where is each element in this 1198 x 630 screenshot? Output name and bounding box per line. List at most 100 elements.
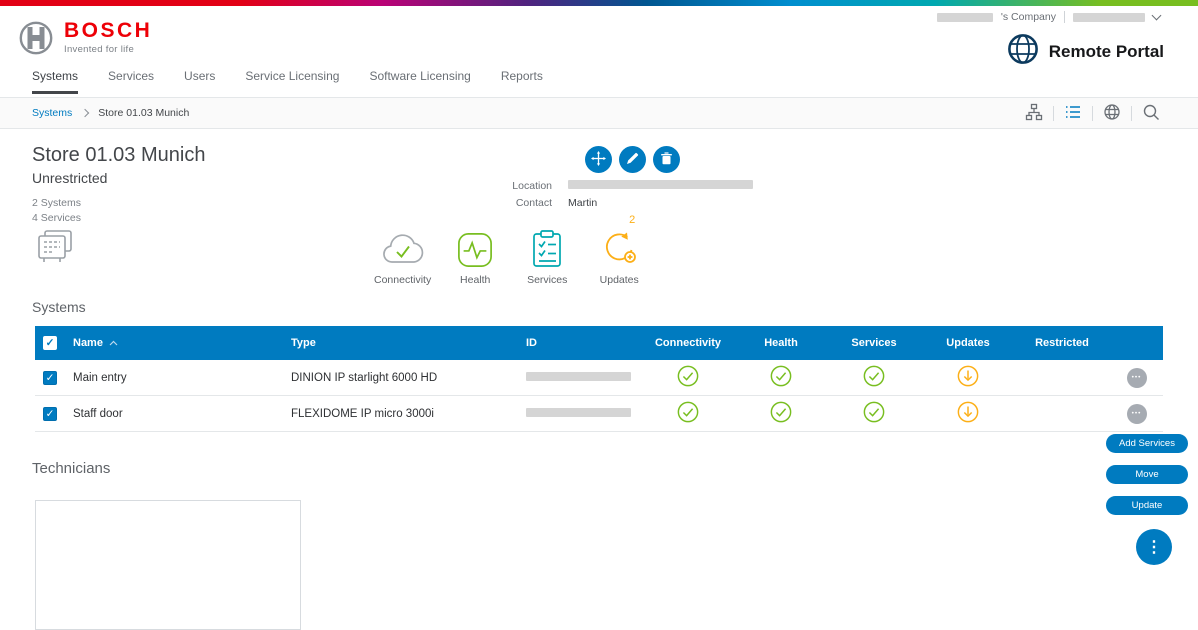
brand-name: BOSCH: [64, 20, 152, 41]
company-suffix: 's Company: [1001, 11, 1056, 23]
restriction-status: Unrestricted: [32, 170, 205, 186]
column-header-name[interactable]: Name: [65, 337, 283, 349]
bosch-logo[interactable]: BOSCH Invented for life: [18, 20, 152, 61]
row-checkbox[interactable]: ✓: [43, 407, 57, 421]
column-header-id[interactable]: ID: [518, 337, 640, 349]
tree-view-button[interactable]: [1015, 103, 1053, 124]
edit-store-button[interactable]: [619, 146, 646, 173]
update-available-icon: [957, 365, 979, 390]
search-button[interactable]: [1132, 103, 1170, 124]
update-button[interactable]: Update: [1106, 496, 1188, 515]
sort-ascending-icon: [109, 337, 118, 349]
status-services: Services: [519, 214, 575, 286]
store-status-summary: Connectivity Health Services 2: [374, 214, 647, 286]
breadcrumb-bar: Systems Store 01.03 Munich: [0, 97, 1198, 129]
location-contact-block: Location Contact Martin: [452, 180, 753, 209]
primary-nav: Systems Services Users Service Licensing…: [32, 69, 543, 94]
bulk-actions: Add Services Move Update ⋮: [1106, 434, 1188, 565]
updates-count-badge: 2: [629, 214, 635, 226]
redacted-account-menu[interactable]: [1073, 13, 1145, 22]
column-header-health[interactable]: Health: [764, 337, 798, 349]
updates-cycle-icon: [599, 228, 639, 268]
pencil-icon: [626, 152, 639, 168]
technician-card[interactable]: [35, 500, 301, 630]
tab-reports[interactable]: Reports: [501, 69, 543, 94]
select-all-checkbox[interactable]: ✓: [43, 336, 57, 350]
account-bar: 's Company: [937, 11, 1160, 23]
tab-service-licensing[interactable]: Service Licensing: [245, 69, 339, 94]
brand-text-block: BOSCH Invented for life: [64, 20, 152, 55]
store-actions: [585, 146, 680, 173]
map-view-button[interactable]: [1093, 103, 1131, 124]
system-name: Staff door: [65, 408, 283, 420]
connectivity-cloud-icon: [380, 228, 426, 268]
move-store-button[interactable]: [585, 146, 612, 173]
column-header-services[interactable]: Services: [851, 337, 896, 349]
portal-name: Remote Portal: [1049, 42, 1164, 62]
tab-services[interactable]: Services: [108, 69, 154, 94]
list-view-button[interactable]: [1054, 103, 1092, 124]
more-actions-button[interactable]: ⋮: [1136, 529, 1172, 565]
bosch-supergraphic-bar: [0, 0, 1198, 6]
tab-systems[interactable]: Systems: [32, 69, 78, 94]
tab-software-licensing[interactable]: Software Licensing: [369, 69, 470, 94]
row-menu-button[interactable]: •••: [1127, 368, 1147, 388]
move-icon: [591, 151, 606, 169]
add-services-button[interactable]: Add Services: [1106, 434, 1188, 453]
breadcrumb: Systems Store 01.03 Munich: [32, 107, 189, 119]
column-header-updates[interactable]: Updates: [946, 337, 989, 349]
search-icon: [1142, 103, 1160, 124]
store-site-icon: [36, 228, 76, 271]
systems-count: 2 Systems: [32, 196, 205, 211]
status-label: Updates: [600, 274, 639, 286]
account-divider: [1064, 11, 1065, 23]
breadcrumb-current: Store 01.03 Munich: [98, 107, 189, 119]
connectivity-ok-icon: [677, 365, 699, 390]
row-menu-button[interactable]: •••: [1127, 404, 1147, 424]
status-label: Health: [460, 274, 490, 286]
bosch-logo-icon: [18, 20, 54, 61]
health-pulse-icon: [457, 228, 493, 268]
system-name: Main entry: [65, 372, 283, 384]
view-tools: [1015, 103, 1170, 124]
column-header-connectivity[interactable]: Connectivity: [655, 337, 721, 349]
status-health: Health: [447, 214, 503, 286]
update-available-icon: [957, 401, 979, 426]
breadcrumb-systems-link[interactable]: Systems: [32, 107, 72, 119]
redacted-user-name: [937, 13, 993, 22]
systems-table: ✓ Name Type ID Connectivity Health Servi…: [35, 326, 1163, 432]
move-button[interactable]: Move: [1106, 465, 1188, 484]
redacted-location-value: [568, 180, 753, 189]
system-type: FLEXIDOME IP micro 3000i: [283, 408, 518, 420]
column-header-type[interactable]: Type: [283, 337, 518, 349]
redacted-system-id: [526, 372, 631, 381]
services-ok-icon: [863, 401, 885, 426]
delete-store-button[interactable]: [653, 146, 680, 173]
globe-small-icon: [1103, 103, 1121, 124]
location-label: Location: [452, 180, 552, 192]
chevron-down-icon[interactable]: [1152, 10, 1162, 20]
contact-value: Martin: [568, 197, 753, 209]
connectivity-ok-icon: [677, 401, 699, 426]
tab-users[interactable]: Users: [184, 69, 215, 94]
chevron-right-icon: [81, 109, 89, 117]
status-label: Services: [527, 274, 567, 286]
column-label: Name: [73, 337, 103, 349]
systems-section-heading: Systems: [32, 299, 86, 315]
system-type: DINION IP starlight 6000 HD: [283, 372, 518, 384]
row-checkbox[interactable]: ✓: [43, 371, 57, 385]
status-connectivity: Connectivity: [374, 214, 431, 286]
technicians-section-heading: Technicians: [32, 460, 110, 477]
globe-icon: [1006, 32, 1040, 71]
health-ok-icon: [770, 401, 792, 426]
column-header-restricted[interactable]: Restricted: [1035, 337, 1089, 349]
table-row: ✓ Main entry DINION IP starlight 6000 HD…: [35, 360, 1163, 396]
brand-tagline: Invented for life: [64, 44, 152, 55]
list-view-icon: [1064, 103, 1082, 124]
services-count: 4 Services: [32, 211, 205, 226]
redacted-system-id: [526, 408, 631, 417]
services-ok-icon: [863, 365, 885, 390]
store-detail-header: Store 01.03 Munich Unrestricted 2 System…: [32, 144, 205, 226]
table-row: ✓ Staff door FLEXIDOME IP micro 3000i ••…: [35, 396, 1163, 432]
contact-label: Contact: [452, 197, 552, 209]
